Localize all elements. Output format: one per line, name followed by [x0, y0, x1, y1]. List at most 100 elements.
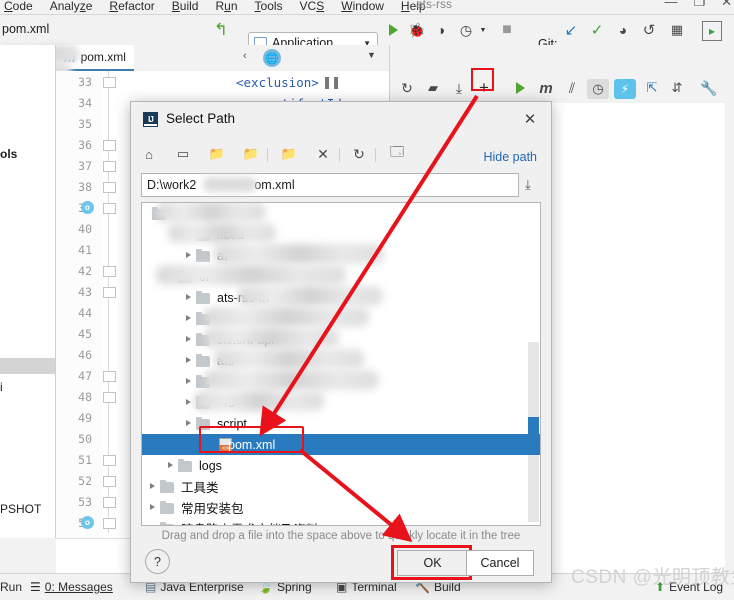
- tree-row-label: 工具类: [181, 481, 219, 495]
- back-arrow-icon[interactable]: ↰: [212, 20, 230, 39]
- hide-path-link[interactable]: Hide path: [483, 150, 537, 164]
- menu-item-refactor[interactable]: Refactor: [109, 0, 154, 13]
- delete-icon[interactable]: ✕: [313, 144, 333, 164]
- menu-item-run[interactable]: Run: [215, 0, 237, 13]
- git-update-icon[interactable]: ↙: [562, 21, 580, 39]
- status-item-run[interactable]: Run: [0, 580, 22, 594]
- line-number: 37: [78, 159, 92, 173]
- code-fold-marker[interactable]: [103, 392, 116, 403]
- show-hidden-icon[interactable]: 🗔: [387, 144, 407, 164]
- tree-row[interactable]: [142, 203, 540, 224]
- path-input[interactable]: D:\work2 om.xml: [141, 173, 519, 197]
- tree-row[interactable]: at: [142, 244, 540, 266]
- cancel-button[interactable]: Cancel: [466, 550, 534, 576]
- tree-row[interactable]: [142, 307, 540, 329]
- toggle-offline-icon[interactable]: ⚡: [614, 79, 636, 99]
- code-fold-marker[interactable]: [103, 518, 116, 529]
- chevron-right-icon[interactable]: [168, 462, 173, 468]
- collapse-all-icon[interactable]: ⇵: [668, 79, 686, 97]
- code-fold-marker[interactable]: [103, 476, 116, 487]
- menu-item-build[interactable]: Build: [172, 0, 199, 13]
- file-tree[interactable]: .ideaaterats-rss-msistent-apiats-45scrip…: [141, 202, 541, 526]
- maven-icon[interactable]: m: [537, 79, 555, 97]
- skip-tests-icon[interactable]: ⫽: [563, 79, 581, 97]
- tree-row[interactable]: 工具类: [142, 476, 540, 497]
- chevron-right-icon[interactable]: [186, 294, 191, 300]
- chevron-right-icon[interactable]: [186, 336, 191, 342]
- settings-wrench-icon[interactable]: 🔧: [700, 79, 718, 97]
- stop-icon[interactable]: ■: [498, 21, 516, 39]
- tab-overflow-icon[interactable]: ‹: [243, 50, 247, 62]
- tree-row[interactable]: .idea: [142, 223, 540, 245]
- override-marker-icon[interactable]: o: [81, 201, 94, 214]
- tree-row[interactable]: 暗盘路由需求文档及资料: [142, 518, 540, 526]
- code-fold-marker[interactable]: [103, 182, 116, 193]
- refresh-icon[interactable]: ↻: [349, 144, 369, 164]
- chevron-right-icon[interactable]: [150, 504, 155, 510]
- run-icon[interactable]: [384, 21, 402, 39]
- debug-icon[interactable]: 🐞: [408, 21, 426, 39]
- chevron-right-icon[interactable]: [186, 378, 191, 384]
- help-button[interactable]: ?: [145, 549, 170, 574]
- execute-goal-icon[interactable]: ◷: [587, 79, 609, 99]
- chevron-right-icon[interactable]: [150, 483, 155, 489]
- status-item-messages[interactable]: ☰ 0: Messages: [30, 580, 113, 594]
- ok-button-annotation-box: [391, 545, 472, 580]
- download-sources-icon[interactable]: ⤓: [450, 79, 468, 97]
- git-commit-icon[interactable]: ✓: [588, 21, 606, 39]
- desktop-icon[interactable]: ▭: [173, 144, 193, 164]
- chevron-down-icon[interactable]: ▼: [367, 50, 376, 60]
- close-icon[interactable]: ✕: [521, 110, 539, 128]
- tree-row[interactable]: sistent-api: [142, 328, 540, 350]
- blurred-label: [204, 328, 339, 348]
- reload-icon[interactable]: ↻: [398, 79, 416, 97]
- expand-all-icon[interactable]: ⇱: [643, 79, 661, 97]
- menu-item-code[interactable]: Code: [4, 0, 33, 13]
- tree-row[interactable]: ats-rss-m: [142, 286, 540, 308]
- chevron-right-icon[interactable]: [186, 399, 191, 405]
- blurred-label: [156, 203, 266, 222]
- code-fold-marker[interactable]: [103, 161, 116, 172]
- tree-row[interactable]: ats: [142, 349, 540, 371]
- code-fold-marker[interactable]: [103, 140, 116, 151]
- line-number: 50: [78, 432, 92, 446]
- menu-item-analyze[interactable]: Analyze: [50, 0, 93, 13]
- chevron-right-icon[interactable]: [186, 315, 191, 321]
- minimize-icon[interactable]: —: [664, 0, 677, 10]
- folder-icon: [196, 353, 210, 367]
- tree-row[interactable]: logs: [142, 455, 540, 476]
- git-history-icon[interactable]: ◕: [614, 21, 632, 39]
- tree-row[interactable]: 常用安装包: [142, 497, 540, 518]
- run-icon[interactable]: [511, 79, 529, 97]
- run-with-coverage-icon[interactable]: ◑: [432, 21, 450, 39]
- menu-item-window[interactable]: Window: [341, 0, 384, 13]
- menu-item-vcs[interactable]: VCS: [300, 0, 325, 13]
- tree-row[interactable]: [142, 370, 540, 392]
- tree-row[interactable]: er: [142, 265, 540, 287]
- home-icon[interactable]: ⌂: [139, 144, 159, 164]
- generate-sources-icon[interactable]: ▰: [424, 79, 442, 97]
- code-fold-marker[interactable]: [103, 371, 116, 382]
- close-window-icon[interactable]: ✕: [721, 0, 732, 10]
- project-folder-icon[interactable]: 📁: [207, 144, 227, 164]
- search-everywhere-icon[interactable]: ▦: [668, 21, 686, 39]
- terminal-icon[interactable]: ▸: [702, 21, 722, 41]
- code-fold-marker[interactable]: [103, 203, 116, 214]
- code-fold-marker[interactable]: [103, 287, 116, 298]
- chevron-right-icon[interactable]: [150, 525, 155, 526]
- git-revert-icon[interactable]: ↺: [640, 21, 658, 39]
- tree-row[interactable]: -45: [142, 391, 540, 413]
- menu-item-tools[interactable]: Tools: [255, 0, 283, 13]
- code-fold-marker[interactable]: [103, 497, 116, 508]
- code-fold-marker[interactable]: [103, 266, 116, 277]
- chevron-right-icon[interactable]: [186, 357, 191, 363]
- chevron-right-icon[interactable]: [186, 252, 191, 258]
- maximize-icon[interactable]: ❐: [693, 0, 705, 10]
- chevron-right-icon[interactable]: [186, 420, 191, 426]
- profile-icon[interactable]: ◷: [457, 21, 475, 39]
- maven-tree-scrollbar[interactable]: [725, 103, 734, 573]
- code-fold-marker[interactable]: [103, 455, 116, 466]
- chevron-down-icon[interactable]: ▼: [474, 21, 492, 39]
- path-dropdown-icon[interactable]: ⤓: [525, 177, 531, 193]
- override-marker-icon[interactable]: o: [81, 516, 94, 529]
